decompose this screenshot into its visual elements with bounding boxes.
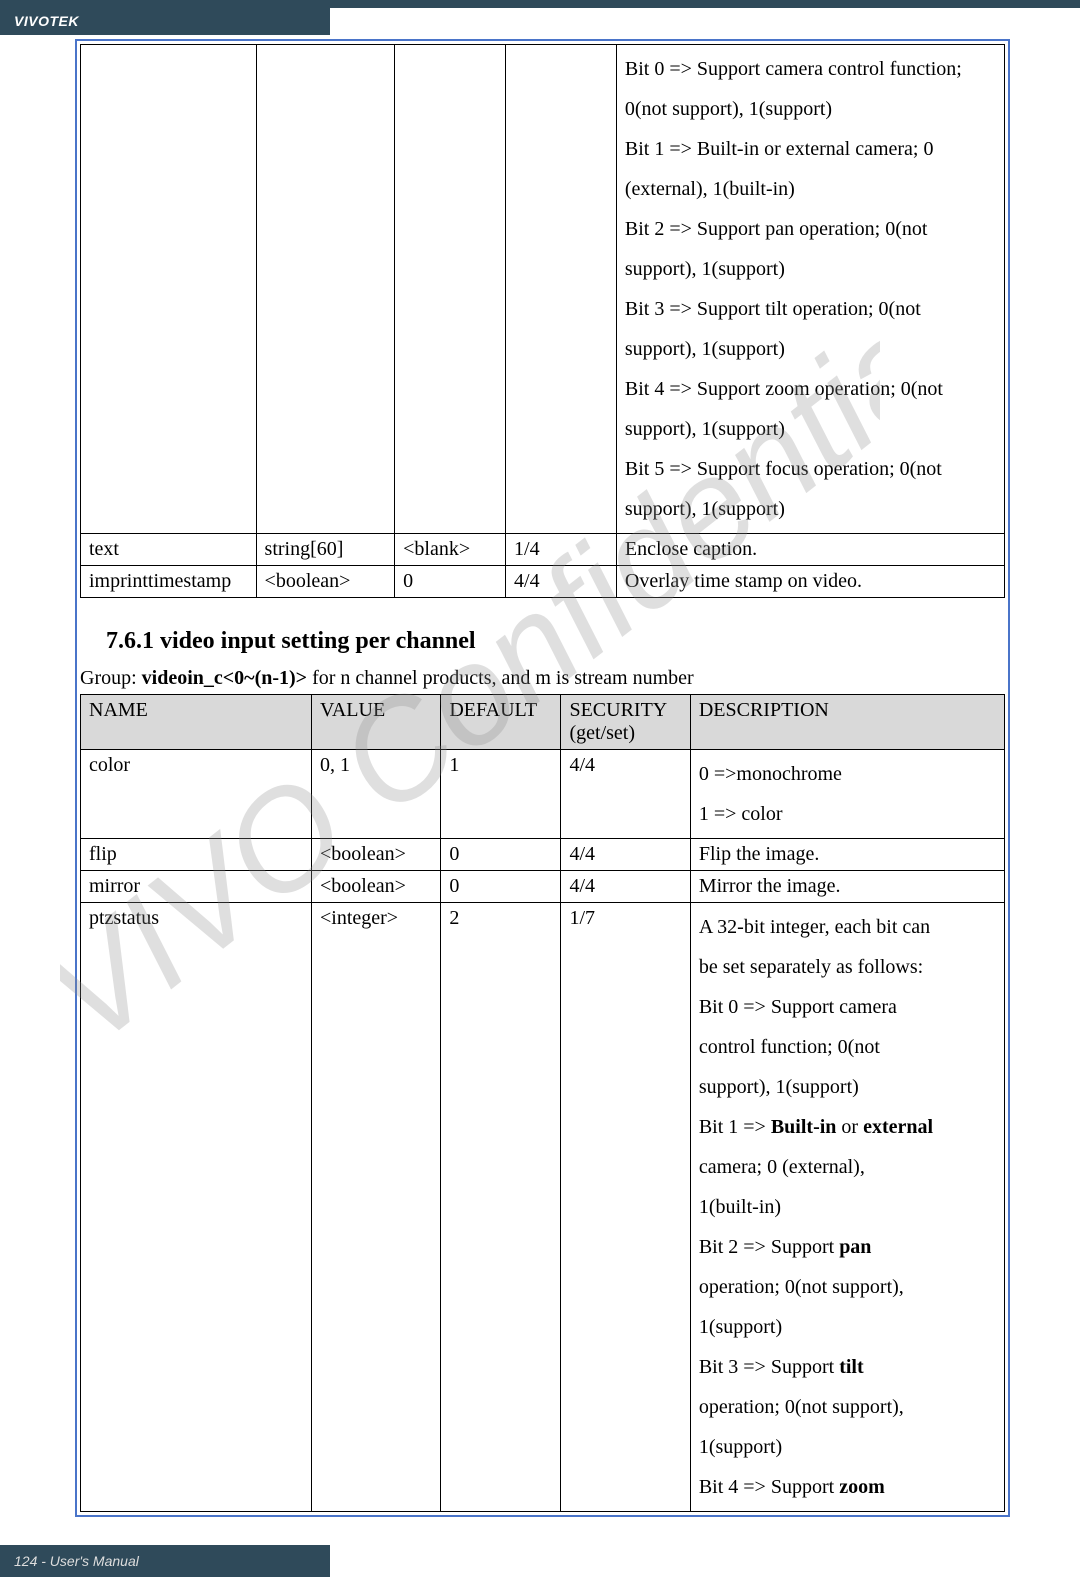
cell-name: ptzstatus	[81, 903, 312, 1512]
cell-name	[81, 45, 257, 534]
table-row: Bit 0 => Support camera control function…	[81, 45, 1005, 534]
cell-name: flip	[81, 839, 312, 871]
cell-name: mirror	[81, 871, 312, 903]
cell-security: 1/7	[561, 903, 690, 1512]
header-default: DEFAULT	[441, 695, 561, 750]
cell-default: <blank>	[395, 534, 506, 566]
table-row: ptzstatus <integer> 2 1/7 A 32-bit integ…	[81, 903, 1005, 1512]
cell-security: 4/4	[561, 750, 690, 839]
cell-name: text	[81, 534, 257, 566]
header-description: DESCRIPTION	[690, 695, 1004, 750]
cell-default: 0	[395, 566, 506, 598]
cell-default: 0	[441, 839, 561, 871]
cell-description: Flip the image.	[690, 839, 1004, 871]
cell-default: 1	[441, 750, 561, 839]
cell-value: <boolean>	[312, 871, 441, 903]
table-1: Bit 0 => Support camera control function…	[80, 44, 1005, 598]
cell-security: 4/4	[561, 839, 690, 871]
table-2: NAME VALUE DEFAULT SECURITY(get/set) DES…	[80, 694, 1005, 1512]
cell-default: 0	[441, 871, 561, 903]
brand-header: VIVOTEK	[0, 7, 330, 35]
page-frame: Bit 0 => Support camera control function…	[75, 39, 1010, 1517]
header-security: SECURITY(get/set)	[561, 695, 690, 750]
cell-value: <boolean>	[256, 566, 395, 598]
table-row: text string[60] <blank> 1/4 Enclose capt…	[81, 534, 1005, 566]
table-row: imprinttimestamp <boolean> 0 4/4 Overlay…	[81, 566, 1005, 598]
table-row: flip <boolean> 0 4/4 Flip the image.	[81, 839, 1005, 871]
cell-description: 0 =>monochrome1 => color	[690, 750, 1004, 839]
cell-security: 1/4	[506, 534, 617, 566]
table-row: mirror <boolean> 0 4/4 Mirror the image.	[81, 871, 1005, 903]
cell-description: Enclose caption.	[616, 534, 1004, 566]
cell-description: A 32-bit integer, each bit canbe set sep…	[690, 903, 1004, 1512]
group-prefix: Group:	[80, 667, 142, 689]
group-suffix: for n channel products, and m is stream …	[307, 667, 694, 689]
cell-value: <integer>	[312, 903, 441, 1512]
cell-value	[256, 45, 395, 534]
table-row: color 0, 1 1 4/4 0 =>monochrome1 => colo…	[81, 750, 1005, 839]
cell-name: color	[81, 750, 312, 839]
cell-security: 4/4	[506, 566, 617, 598]
page-footer: 124 - User's Manual	[0, 1545, 330, 1577]
section-title: 7.6.1 video input setting per channel	[106, 628, 1005, 655]
cell-security	[506, 45, 617, 534]
header-name: NAME	[81, 695, 312, 750]
cell-description: Bit 0 => Support camera control function…	[616, 45, 1004, 534]
cell-name: imprinttimestamp	[81, 566, 257, 598]
cell-description: Overlay time stamp on video.	[616, 566, 1004, 598]
table-header-row: NAME VALUE DEFAULT SECURITY(get/set) DES…	[81, 695, 1005, 750]
cell-security: 4/4	[561, 871, 690, 903]
group-line: Group: videoin_c<0~(n-1)> for n channel …	[80, 667, 1005, 690]
cell-default: 2	[441, 903, 561, 1512]
cell-value: 0, 1	[312, 750, 441, 839]
header-value: VALUE	[312, 695, 441, 750]
cell-value: string[60]	[256, 534, 395, 566]
group-bold: videoin_c<0~(n-1)>	[142, 667, 307, 689]
cell-value: <boolean>	[312, 839, 441, 871]
cell-description: Mirror the image.	[690, 871, 1004, 903]
cell-default	[395, 45, 506, 534]
